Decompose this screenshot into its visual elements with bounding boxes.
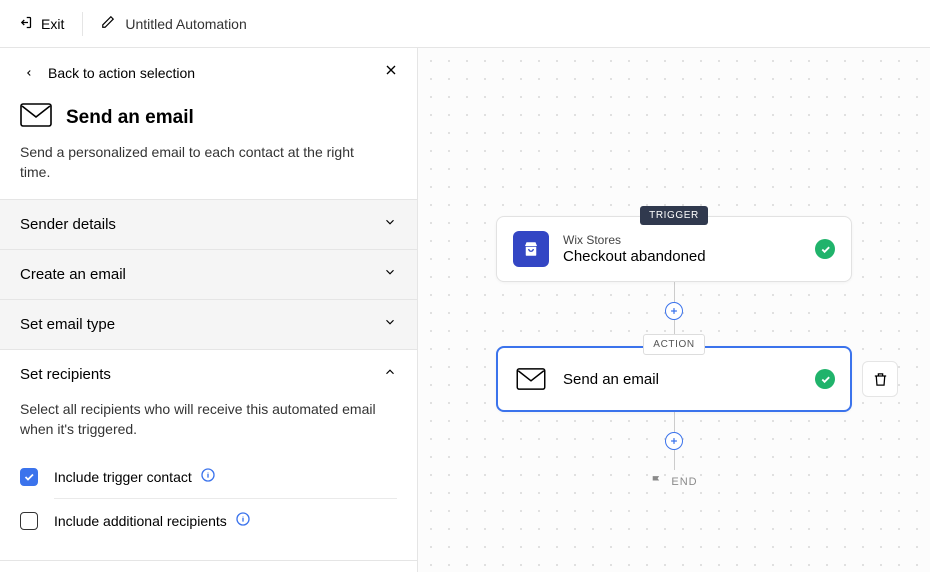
action-tag: ACTION — [643, 334, 704, 355]
checkbox-label: Include trigger contact — [54, 469, 192, 485]
trigger-tag: TRIGGER — [640, 206, 708, 225]
recipients-description: Select all recipients who will receive t… — [20, 399, 380, 440]
section-header-recipients[interactable]: Set recipients — [0, 350, 417, 399]
panel-title: Send an email — [66, 107, 194, 129]
section-title: Create an email — [20, 266, 126, 283]
add-step-button[interactable] — [665, 432, 683, 450]
info-icon[interactable] — [200, 467, 216, 486]
trigger-subtitle: Wix Stores — [563, 233, 801, 247]
info-icon[interactable] — [235, 511, 251, 530]
chevron-down-icon — [383, 315, 397, 334]
success-icon — [815, 369, 835, 389]
checkbox-checked[interactable] — [20, 468, 38, 486]
add-step-button[interactable] — [665, 302, 683, 320]
section-header-create-email[interactable]: Create an email — [0, 250, 417, 299]
mail-icon — [513, 361, 549, 397]
flow-canvas[interactable]: TRIGGER Wix Stores Checkout abandoned — [418, 48, 930, 572]
automation-title[interactable]: Untitled Automation — [83, 15, 246, 32]
action-card[interactable]: Send an email — [496, 346, 852, 412]
section-title: Set email type — [20, 316, 115, 333]
section-header-email-type[interactable]: Set email type — [0, 300, 417, 349]
recipient-option-additional[interactable]: Include additional recipients — [20, 499, 397, 542]
exit-button[interactable]: Exit — [18, 12, 83, 36]
exit-label: Exit — [41, 16, 64, 32]
trigger-title: Checkout abandoned — [563, 248, 801, 265]
section-email-type: Set email type — [0, 300, 417, 350]
section-recipients: Set recipients Select all recipients who… — [0, 350, 417, 562]
chevron-down-icon — [383, 265, 397, 284]
automation-title-text: Untitled Automation — [125, 16, 246, 32]
chevron-down-icon — [383, 215, 397, 234]
edit-icon — [101, 15, 115, 32]
checkbox-unchecked[interactable] — [20, 512, 38, 530]
wix-stores-icon — [513, 231, 549, 267]
end-label: END — [671, 476, 697, 488]
chevron-left-icon — [24, 65, 34, 81]
flag-icon — [650, 474, 663, 490]
end-marker: END — [650, 474, 697, 490]
mail-icon — [20, 103, 52, 132]
back-label: Back to action selection — [48, 65, 195, 81]
action-title: Send an email — [563, 371, 801, 388]
panel-description: Send a personalized email to each contac… — [20, 142, 380, 183]
success-icon — [815, 239, 835, 259]
chevron-up-icon — [383, 365, 397, 384]
section-sender-details: Sender details — [0, 200, 417, 250]
back-button[interactable]: Back to action selection — [24, 65, 195, 81]
delete-step-button[interactable] — [862, 361, 898, 397]
exit-icon — [18, 15, 33, 33]
trigger-card[interactable]: Wix Stores Checkout abandoned — [496, 216, 852, 282]
checkbox-label: Include additional recipients — [54, 513, 227, 529]
section-title: Set recipients — [20, 366, 111, 383]
recipient-option-trigger-contact[interactable]: Include trigger contact — [20, 455, 397, 498]
close-panel-button[interactable] — [383, 62, 399, 83]
section-title: Sender details — [20, 216, 116, 233]
section-header-sender-details[interactable]: Sender details — [0, 200, 417, 249]
config-sidebar: Back to action selection Send an email S… — [0, 48, 418, 572]
section-create-email: Create an email — [0, 250, 417, 300]
